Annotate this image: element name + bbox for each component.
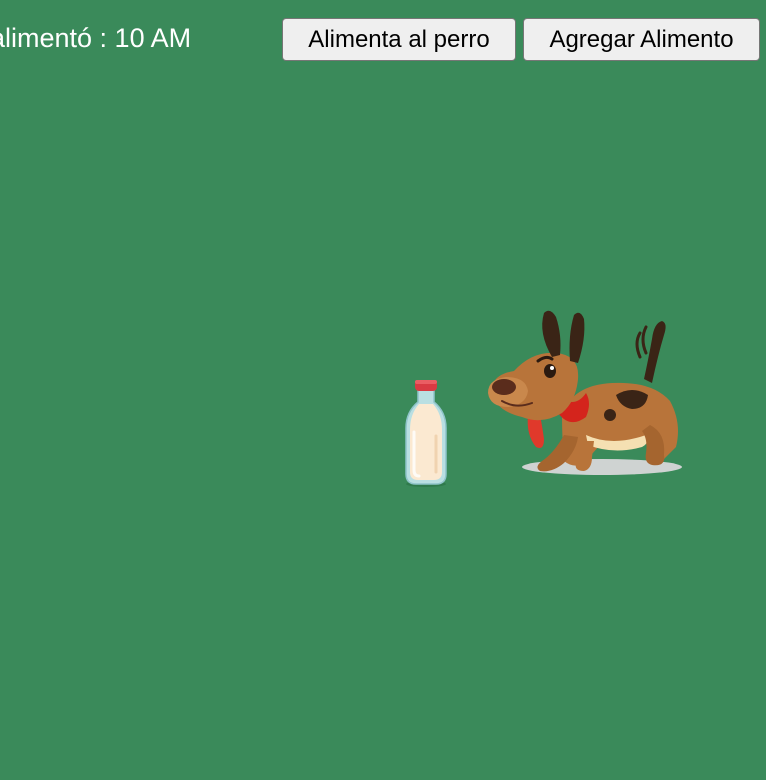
toolbar: Alimenta al perro Agregar Alimento [282, 18, 760, 61]
dog-icon[interactable] [482, 305, 692, 480]
add-food-button[interactable]: Agregar Alimento [523, 18, 760, 61]
feed-dog-button[interactable]: Alimenta al perro [282, 18, 516, 61]
last-fed-label: alimentó : 10 AM [0, 23, 192, 53]
milk-bottle-icon[interactable] [400, 376, 452, 488]
